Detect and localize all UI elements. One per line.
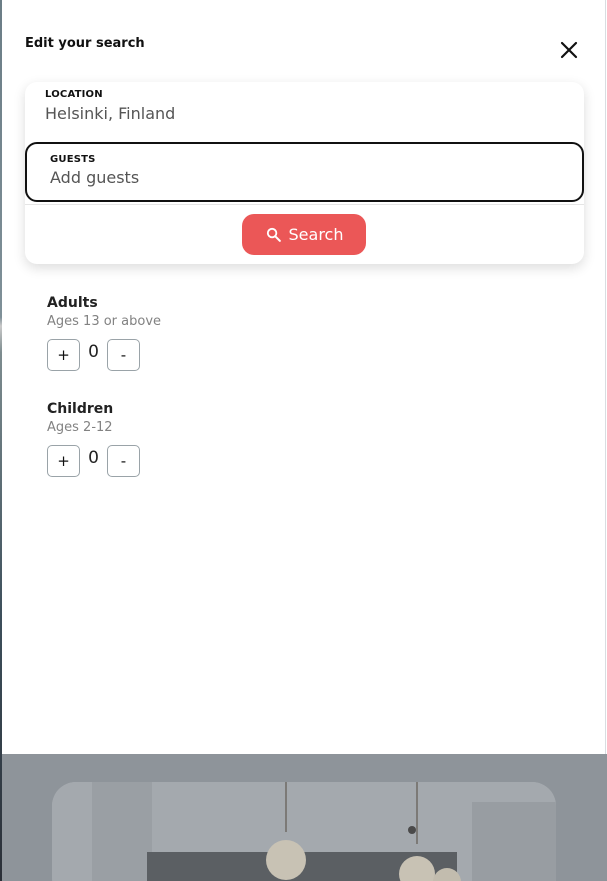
guests-label: GUESTS xyxy=(50,154,96,165)
adults-plus-button[interactable]: + xyxy=(47,339,80,371)
location-label: LOCATION xyxy=(45,89,103,100)
guests-input[interactable]: Add guests xyxy=(50,168,559,187)
adults-minus-button[interactable]: - xyxy=(107,339,140,371)
children-count: 0 xyxy=(88,448,99,468)
adults-subtitle: Ages 13 or above xyxy=(47,314,162,329)
close-icon xyxy=(560,41,578,59)
edit-search-drawer: Edit your search LOCATION Helsinki, Finl… xyxy=(2,0,606,754)
children-stepper: + 0 - xyxy=(47,445,140,477)
search-card: LOCATION Helsinki, Finland GUESTS Add gu… xyxy=(25,82,584,264)
children-minus-button[interactable]: - xyxy=(107,445,140,477)
location-field[interactable]: LOCATION Helsinki, Finland xyxy=(25,82,584,140)
location-value[interactable]: Helsinki, Finland xyxy=(45,104,564,123)
search-icon xyxy=(266,227,281,242)
adults-count: 0 xyxy=(88,342,99,362)
page-overlay[interactable] xyxy=(2,754,607,881)
adults-stepper: + 0 - xyxy=(47,339,161,371)
close-button[interactable] xyxy=(557,38,581,62)
children-title: Children xyxy=(47,401,114,417)
children-subtitle: Ages 2-12 xyxy=(47,420,113,435)
guests-field[interactable]: GUESTS Add guests xyxy=(25,142,584,202)
card-divider xyxy=(25,204,584,205)
children-plus-button[interactable]: + xyxy=(47,445,80,477)
interior-photo-image xyxy=(52,782,556,881)
search-button-label: Search xyxy=(288,225,344,244)
listing-photo xyxy=(52,782,556,881)
adults-group: Adults Ages 13 or above + 0 - xyxy=(47,295,161,371)
children-group: Children Ages 2-12 + 0 - xyxy=(47,401,140,477)
drawer-title: Edit your search xyxy=(25,36,145,51)
adults-title: Adults xyxy=(47,295,98,311)
drawer-border xyxy=(605,0,606,754)
search-button[interactable]: Search xyxy=(242,214,366,255)
